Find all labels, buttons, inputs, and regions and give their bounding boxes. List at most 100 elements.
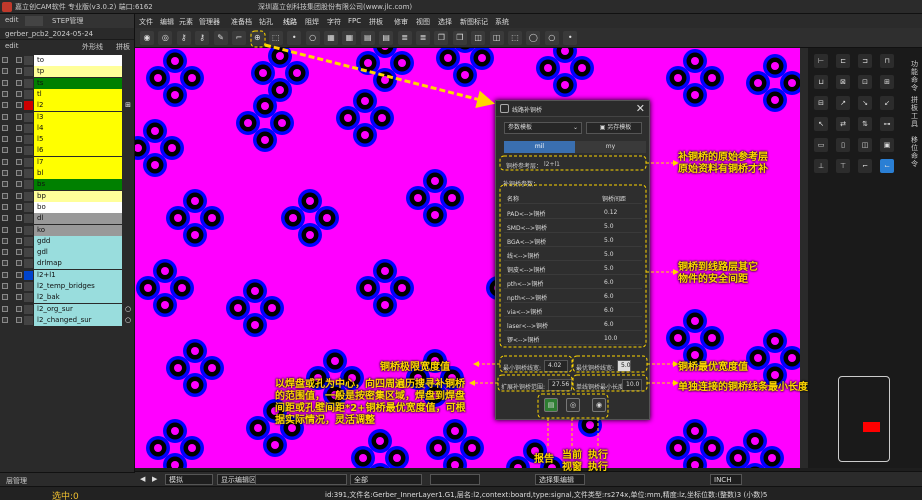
key-icon[interactable]: ⚷ — [176, 31, 191, 45]
layer-visibility-checkbox[interactable] — [16, 316, 22, 323]
grid-icon[interactable]: ▦ — [342, 31, 357, 45]
layer-checkbox[interactable] — [2, 147, 8, 154]
ref-layer-value[interactable]: l2+l1 — [544, 161, 560, 168]
layer-row[interactable]: bo — [0, 201, 135, 213]
target-icon[interactable]: ⊕ — [250, 31, 265, 45]
param-value[interactable]: 6.0 — [604, 279, 614, 286]
layer-name[interactable]: l4 — [34, 122, 122, 134]
pad-icon[interactable]: ◎ — [158, 31, 173, 45]
layer-checkbox[interactable] — [2, 113, 8, 120]
layer-manager-tab[interactable]: 层管理 — [6, 476, 27, 486]
layer-checkbox[interactable] — [2, 203, 8, 210]
layer-color-swatch[interactable] — [24, 89, 33, 99]
tool-button-icon[interactable]: ⊞ — [880, 75, 894, 89]
next-arrow-icon[interactable]: ▶ — [152, 474, 157, 485]
menu-item[interactable]: 阻焊 — [305, 17, 319, 27]
tool-button-icon[interactable]: ▯ — [836, 138, 850, 152]
layer-checkbox[interactable] — [2, 90, 8, 97]
grid-icon[interactable]: ▦ — [324, 31, 338, 45]
param-value[interactable]: 6.0 — [604, 321, 614, 328]
menu-item[interactable]: 钻孔 — [259, 17, 273, 27]
layer-color-swatch[interactable] — [24, 56, 33, 65]
layer-color-swatch[interactable] — [24, 169, 33, 178]
layer-row[interactable]: drlmap — [0, 258, 135, 270]
search-range-input[interactable]: 27.56 — [548, 379, 572, 391]
layer-name[interactable]: l5 — [34, 134, 122, 146]
layer-checkbox[interactable] — [2, 316, 8, 323]
layer-checkbox[interactable] — [2, 124, 8, 131]
ring-icon[interactable]: ○ — [305, 31, 320, 45]
side-label-panel-tools[interactable]: 拼板工具 — [911, 96, 920, 128]
layer-visibility-checkbox[interactable] — [16, 305, 22, 312]
tool-button-icon[interactable]: ↗ — [836, 96, 850, 110]
layer-visibility-checkbox[interactable] — [16, 226, 22, 233]
close-icon[interactable]: ✕ — [636, 102, 645, 115]
layers-icon[interactable]: ≣ — [416, 31, 430, 45]
layer-color-swatch[interactable] — [24, 67, 33, 77]
tool-button-icon[interactable]: ↙ — [880, 96, 894, 110]
layer-mark[interactable] — [124, 180, 132, 188]
save-template-button[interactable]: ▣ 另存模板 — [586, 122, 642, 134]
layer-name[interactable]: bo — [34, 201, 122, 213]
tool-button-icon[interactable]: ⊓ — [880, 54, 894, 68]
layer-checkbox[interactable] — [2, 294, 8, 301]
param-value[interactable]: 6.0 — [604, 307, 614, 314]
menu-item[interactable]: 管理器 — [199, 17, 220, 27]
layer-name[interactable]: to — [34, 55, 122, 66]
filter-select[interactable]: 全部 — [350, 474, 422, 485]
layer-color-swatch[interactable] — [24, 191, 33, 201]
tool-button-icon[interactable]: ⊡ — [858, 75, 872, 89]
layer-row[interactable]: l6 — [0, 145, 135, 157]
layer-row[interactable]: bp — [0, 190, 135, 202]
layer-mark[interactable]: ⊞ — [124, 101, 132, 109]
layer-mark[interactable] — [124, 56, 132, 64]
layer-visibility-checkbox[interactable] — [16, 68, 22, 75]
menu-item[interactable]: 线路 — [283, 17, 297, 27]
layer-row[interactable]: l2_bak — [0, 292, 135, 304]
layer-checkbox[interactable] — [2, 305, 8, 312]
layer-color-swatch[interactable] — [24, 135, 33, 145]
opt-width-input[interactable]: 5.0 — [617, 360, 631, 372]
layer-checkbox[interactable] — [2, 158, 8, 165]
layer-checkbox[interactable] — [2, 271, 8, 278]
layer-color-swatch[interactable] — [24, 225, 33, 235]
layer-checkbox[interactable] — [2, 79, 8, 86]
layer-visibility-checkbox[interactable] — [16, 170, 22, 176]
layer-row[interactable]: ko — [0, 224, 135, 236]
layer-row[interactable]: l4 — [0, 122, 135, 134]
layer-visibility-checkbox[interactable] — [16, 113, 22, 120]
layer-visibility-checkbox[interactable] — [16, 203, 22, 210]
layer-mark[interactable] — [124, 113, 132, 121]
layer-mark[interactable] — [124, 237, 132, 245]
menu-item[interactable]: 选择 — [438, 17, 452, 27]
layer-color-swatch[interactable] — [24, 180, 33, 190]
minimap[interactable] — [838, 376, 890, 462]
layer-visibility-checkbox[interactable] — [16, 124, 22, 131]
layer-visibility-checkbox[interactable] — [16, 294, 22, 301]
tool-button-icon[interactable]: ▣ — [880, 138, 894, 152]
tool-button-icon[interactable]: ⊤ — [836, 159, 850, 173]
tool-button-icon[interactable]: ⇄ — [836, 117, 850, 131]
side-label-functions[interactable]: 功能命令 — [911, 60, 920, 92]
layer-checkbox[interactable] — [2, 102, 8, 109]
layer-mark[interactable] — [124, 203, 132, 211]
layer-mark[interactable] — [124, 67, 132, 75]
layer-mark[interactable] — [124, 158, 132, 166]
param-value[interactable]: 6.0 — [604, 293, 614, 300]
menu-item[interactable]: 元素 — [179, 17, 193, 27]
layer-name[interactable]: gdd — [34, 235, 122, 247]
param-value[interactable]: 0.12 — [604, 209, 617, 216]
layer-color-swatch[interactable] — [24, 315, 33, 325]
layer-row[interactable]: tl — [0, 88, 135, 100]
pen-icon[interactable]: ✎ — [213, 31, 228, 45]
layer-name[interactable]: bs — [34, 179, 122, 191]
layer-visibility-checkbox[interactable] — [16, 237, 22, 244]
layer-row[interactable]: dl — [0, 213, 135, 225]
table-icon[interactable]: ▤ — [360, 31, 375, 45]
layer-name[interactable]: tl — [34, 88, 122, 100]
tool-button-icon[interactable]: ⌙ — [880, 159, 894, 173]
param-value[interactable]: 5.0 — [604, 223, 614, 230]
layer-name[interactable]: ko — [34, 224, 122, 236]
tool-button-icon[interactable]: ↖ — [814, 117, 828, 131]
layer-row[interactable]: l5 — [0, 134, 135, 146]
